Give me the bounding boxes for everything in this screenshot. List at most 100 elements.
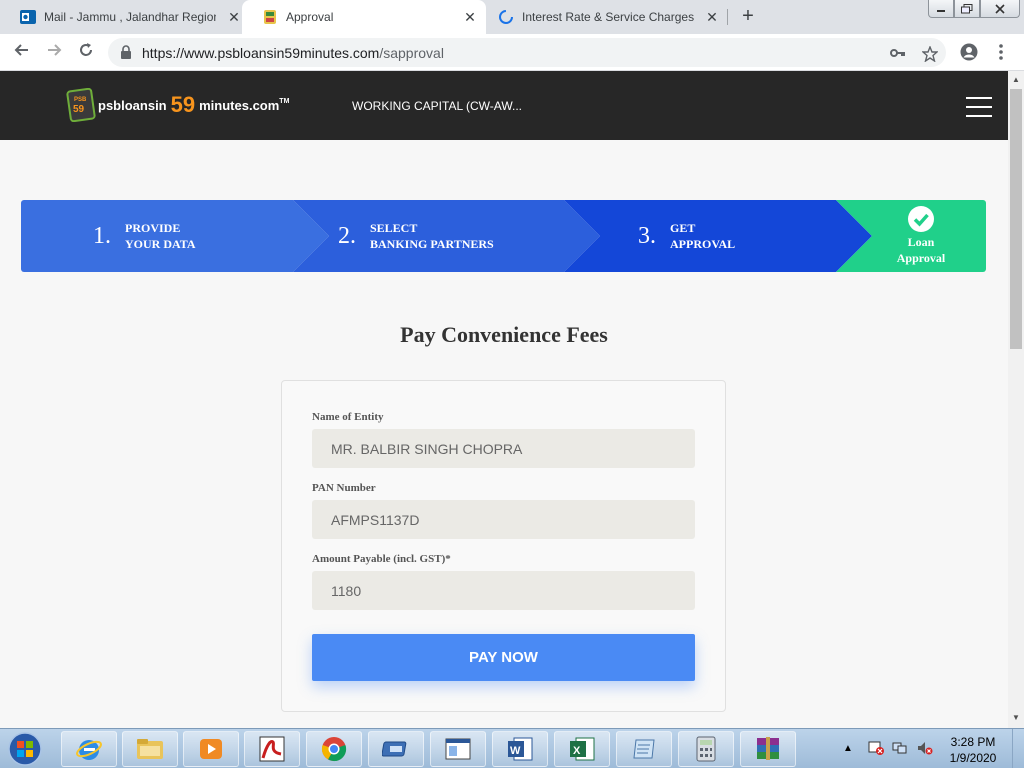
amount-payable-field[interactable] (312, 571, 695, 610)
remote-desktop-icon (382, 741, 407, 757)
calculator-icon (696, 736, 716, 762)
taskbar-window-app[interactable] (430, 731, 486, 767)
brand-suffix: minutes.comTM (199, 98, 289, 113)
menu-dots-icon[interactable] (998, 44, 1004, 60)
brand-prefix: psbloansin (98, 97, 167, 113)
taskbar-file-explorer[interactable] (122, 731, 178, 767)
url-host: https://www.psbloansin59minutes.com (142, 45, 380, 61)
psb-favicon (264, 10, 276, 24)
svg-text:PSB: PSB (74, 97, 87, 103)
page-scrollbar[interactable]: ▲ ▼ (1008, 71, 1024, 728)
taskbar-winrar[interactable] (740, 731, 796, 767)
progress-steps: 1. PROVIDE YOUR DATA 2. SELECT BANKING PAR… (21, 200, 986, 272)
svg-text:W: W (510, 745, 521, 757)
step-select-banking-partners: 2. SELECT BANKING PARTNERS (338, 200, 494, 272)
loading-spinner-icon (499, 10, 513, 24)
step-label: GET APPROVAL (670, 221, 736, 251)
new-tab-button[interactable]: + (737, 6, 759, 28)
taskbar-internet-explorer[interactable] (61, 731, 117, 767)
browser-toolbar: https://www.psbloansin59minutes.com/sapp… (0, 34, 1024, 71)
close-window-button[interactable] (980, 0, 1020, 18)
step-get-approval: 3. GET APPROVAL (638, 200, 735, 272)
volume-muted-icon[interactable] (917, 741, 933, 755)
close-icon (995, 3, 1005, 14)
winrar-icon (757, 737, 779, 760)
pan-number-field[interactable] (312, 500, 695, 539)
logo-badge-icon: PSB59 (66, 88, 96, 122)
clock-time: 3:28 PM (950, 735, 996, 749)
taskbar-acrobat[interactable] (244, 731, 300, 767)
profile-icon[interactable] (960, 43, 978, 61)
hamburger-menu-icon[interactable] (966, 97, 992, 124)
site-logo[interactable]: PSB 59 psbloansin 59 minutes.comTM (66, 88, 289, 122)
forward-arrow-icon (48, 44, 62, 56)
url-path: /sapproval (379, 45, 444, 61)
scroll-down-icon[interactable]: ▼ (1012, 713, 1020, 722)
svg-text:X: X (573, 745, 581, 757)
step-number: 1. (93, 222, 111, 249)
taskbar-calculator[interactable] (678, 731, 734, 767)
file-explorer-icon (137, 739, 163, 759)
brand-suffix-text: minutes.com (199, 97, 280, 113)
lock-icon (121, 45, 131, 59)
scroll-up-icon[interactable]: ▲ (1012, 75, 1020, 84)
pay-now-button[interactable]: PAY NOW (312, 634, 695, 681)
address-bar[interactable]: https://www.psbloansin59minutes.com/sapp… (108, 38, 946, 67)
entity-label: Name of Entity (312, 411, 384, 423)
entity-name-field[interactable] (312, 429, 695, 468)
tab-title: Approval (286, 10, 334, 24)
back-arrow-icon (14, 44, 28, 56)
show-hidden-icons-icon[interactable]: ▲ (843, 743, 853, 754)
forward-button[interactable] (42, 40, 66, 64)
pan-label: PAN Number (312, 482, 376, 494)
restore-button[interactable] (954, 0, 980, 18)
payment-form-card: Name of Entity PAN Number Amount Payable… (281, 380, 726, 712)
show-desktop-button[interactable] (1012, 729, 1024, 768)
step-label: SELECT BANKING PARTNERS (370, 221, 494, 251)
tab-approval[interactable]: Approval ✕ (242, 0, 486, 34)
taskbar-excel[interactable]: X (554, 731, 610, 767)
back-button[interactable] (10, 40, 34, 64)
step-label: PROVIDE YOUR DATA (125, 221, 196, 251)
windows-taskbar: W X ▲ 3:28 PM 1/9/2020 (0, 728, 1024, 768)
scrollbar-thumb[interactable] (1010, 89, 1022, 349)
system-tray: ▲ (843, 741, 933, 755)
brand-number: 59 (170, 92, 196, 117)
taskbar-word[interactable]: W (492, 731, 548, 767)
step-label: Loan Approval (896, 235, 946, 265)
minimize-icon (937, 9, 945, 12)
network-icon[interactable] (892, 741, 908, 755)
internet-explorer-icon (76, 740, 102, 760)
outlook-icon (20, 10, 36, 24)
excel-icon: X (570, 737, 595, 761)
tab-title: Mail - Jammu , Jalandhar Region (44, 10, 216, 24)
star-icon[interactable] (922, 46, 938, 62)
step-number: 2. (338, 222, 356, 249)
product-name: WORKING CAPITAL (CW-AW... (352, 99, 523, 113)
page-title: Pay Convenience Fees (400, 322, 608, 347)
start-button-icon[interactable] (4, 731, 46, 767)
notepad-icon (633, 739, 655, 759)
close-tab-icon[interactable]: ✕ (462, 9, 478, 25)
reload-button[interactable] (74, 40, 98, 64)
taskbar-chrome[interactable] (306, 731, 362, 767)
step-loan-approval: Loan Approval (876, 200, 966, 272)
trademark: TM (279, 97, 290, 105)
media-player-icon (200, 739, 222, 759)
tab-title: Interest Rate & Service Charges | (522, 10, 694, 24)
tab-interest-rate[interactable]: Interest Rate & Service Charges | ✕ (478, 0, 728, 34)
svg-text:59: 59 (73, 104, 85, 115)
tab-mail[interactable]: Mail - Jammu , Jalandhar Region ✕ (0, 0, 250, 34)
close-tab-icon[interactable]: ✕ (704, 9, 720, 25)
close-tab-icon[interactable]: ✕ (226, 9, 242, 25)
taskbar-remote-desktop[interactable] (368, 731, 424, 767)
taskbar-clock[interactable]: 3:28 PM 1/9/2020 (948, 734, 998, 766)
tab-separator (727, 9, 728, 25)
minimize-button[interactable] (928, 0, 954, 18)
key-icon[interactable] (890, 46, 906, 60)
taskbar-media-player[interactable] (183, 731, 239, 767)
window-app-icon (445, 738, 471, 760)
step-provide-data: 1. PROVIDE YOUR DATA (93, 200, 196, 272)
taskbar-notepad[interactable] (616, 731, 672, 767)
action-center-icon[interactable] (868, 741, 884, 755)
